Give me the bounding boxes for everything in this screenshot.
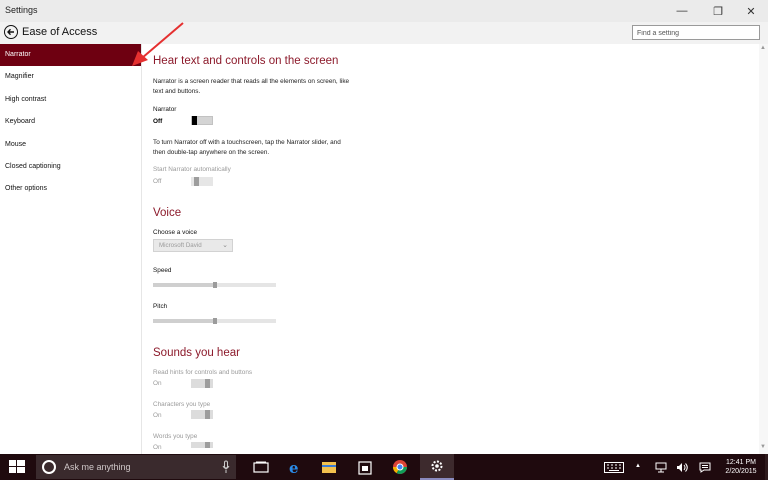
clock-time: 12:41 PM: [726, 459, 756, 466]
narrator-description: Narrator is a screen reader that reads a…: [153, 78, 350, 95]
back-button[interactable]: [4, 25, 18, 39]
search-input[interactable]: [632, 25, 760, 40]
action-center-icon[interactable]: [699, 462, 711, 473]
annotation-arrow-icon: [132, 22, 184, 66]
pitch-slider[interactable]: [153, 318, 276, 324]
taskbar-chrome[interactable]: [383, 454, 417, 480]
window-title: Settings: [5, 5, 38, 15]
slider-knob[interactable]: [212, 318, 217, 324]
taskbar-search-placeholder: Ask me anything: [64, 462, 131, 472]
hints-label: Read hints for controls and buttons: [153, 369, 253, 376]
narrator-toggle[interactable]: [191, 116, 213, 125]
sidebar-item-narrator[interactable]: Narrator: [0, 44, 141, 67]
sidebar-item-closed-captioning[interactable]: Closed captioning: [0, 156, 141, 178]
start-button[interactable]: [0, 454, 34, 480]
slider-fill: [153, 319, 215, 323]
maximize-button[interactable]: ❐: [701, 0, 735, 22]
sidebar-item-keyboard[interactable]: Keyboard: [0, 111, 141, 133]
narrator-state: Off: [153, 118, 163, 125]
section-heading-voice: Voice: [153, 207, 182, 219]
slider-knob[interactable]: [212, 282, 217, 288]
taskbar-ie[interactable]: e: [278, 454, 312, 480]
auto-start-label: Start Narrator automatically: [153, 166, 231, 173]
scroll-down-icon[interactable]: ▼: [760, 444, 766, 450]
slider-fill: [153, 283, 215, 287]
sidebar-item-magnifier[interactable]: Magnifier: [0, 66, 141, 88]
words-toggle[interactable]: [191, 442, 213, 448]
toggle-thumb: [205, 442, 210, 448]
network-icon[interactable]: [655, 462, 667, 473]
sidebar-item-mouse[interactable]: Mouse: [0, 134, 141, 156]
microphone-icon[interactable]: [222, 460, 230, 474]
auto-start-state: Off: [153, 178, 162, 185]
cortana-search-box[interactable]: Ask me anything: [36, 455, 236, 479]
svg-text:e: e: [289, 459, 299, 475]
choose-voice-label: Choose a voice: [153, 229, 198, 236]
hints-toggle[interactable]: [191, 379, 213, 388]
section-heading-sounds: Sounds you hear: [153, 347, 240, 359]
scrollbar[interactable]: ▲ ▼: [759, 44, 768, 454]
chevron-down-icon: ⌄: [222, 242, 228, 249]
words-state: On: [153, 444, 162, 451]
taskbar-store[interactable]: [348, 454, 382, 480]
back-arrow-icon: [7, 28, 14, 36]
close-button[interactable]: ✕: [734, 0, 768, 22]
toggle-thumb: [205, 410, 210, 419]
cortana-icon: [42, 460, 56, 474]
taskbar-clock[interactable]: 12:41 PM 2/20/2015: [718, 458, 764, 476]
voice-select-value: Microsoft David: [159, 242, 202, 249]
sidebar: Narrator Magnifier High contrast Keyboar…: [0, 44, 142, 454]
sidebar-item-other-options[interactable]: Other options: [0, 178, 141, 200]
store-icon: [358, 461, 372, 475]
pitch-label: Pitch: [153, 303, 168, 310]
chrome-icon: [393, 460, 407, 474]
characters-toggle[interactable]: [191, 410, 213, 419]
windows-logo-icon: [9, 460, 25, 473]
toggle-thumb: [205, 379, 210, 388]
characters-state: On: [153, 412, 162, 419]
internet-explorer-icon: e: [289, 459, 299, 475]
page-header: Ease of Access: [0, 22, 768, 44]
volume-icon[interactable]: [676, 462, 688, 473]
gear-icon: [431, 460, 443, 472]
narrator-touch-hint: To turn Narrator off with a touchscreen,…: [153, 139, 341, 156]
sidebar-item-high-contrast[interactable]: High contrast: [0, 89, 141, 111]
page-title: Ease of Access: [22, 26, 98, 38]
taskbar-file-explorer[interactable]: [312, 454, 346, 480]
hints-state: On: [153, 380, 162, 387]
speed-label: Speed: [153, 267, 172, 274]
toggle-thumb: [192, 116, 197, 125]
folder-icon: [322, 462, 336, 473]
taskbar: Ask me anything e ▲ 12:41 PM 2/20/2015: [0, 454, 768, 480]
taskbar-settings[interactable]: [420, 454, 454, 480]
scroll-up-icon[interactable]: ▲: [760, 45, 766, 51]
minimize-button[interactable]: —: [665, 0, 699, 22]
toggle-thumb: [194, 177, 199, 186]
tray-expand-icon[interactable]: ▲: [635, 463, 641, 469]
task-view-button[interactable]: [244, 454, 278, 480]
words-label: Words you type: [153, 433, 198, 440]
keyboard-icon[interactable]: [604, 462, 624, 473]
main-content: Hear text and controls on the screen Nar…: [152, 44, 752, 454]
speed-slider[interactable]: [153, 282, 276, 288]
narrator-label: Narrator: [153, 106, 177, 113]
auto-start-toggle[interactable]: [191, 177, 213, 186]
characters-label: Characters you type: [153, 401, 211, 408]
title-bar: Settings — ❐ ✕: [0, 0, 768, 22]
task-view-icon: [253, 461, 269, 473]
clock-date: 2/20/2015: [725, 468, 757, 475]
voice-select[interactable]: Microsoft David ⌄: [153, 239, 233, 252]
